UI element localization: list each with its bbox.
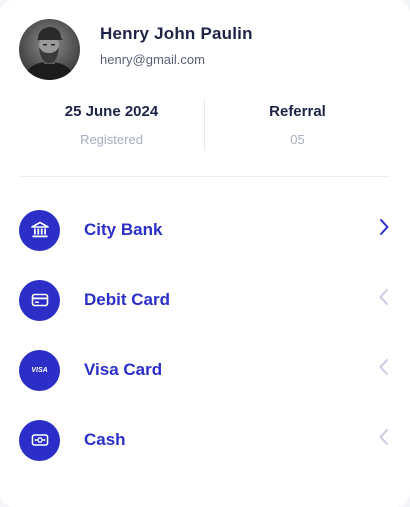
chevron-right-icon[interactable] [377, 217, 391, 237]
method-city-bank[interactable]: City Bank [19, 209, 391, 251]
stats-row: 25 June 2024 Registered Referral 05 [19, 100, 390, 150]
method-label: City Bank [84, 220, 163, 239]
avatar[interactable] [19, 19, 80, 80]
divider [19, 176, 390, 177]
bank-icon [19, 209, 60, 251]
stat-label: 05 [290, 132, 305, 147]
visa-icon: VISA [19, 349, 60, 391]
profile-text: Henry John Paulin henry@gmail.com [100, 23, 253, 68]
card-icon [19, 279, 60, 321]
method-label: Debit Card [84, 290, 170, 309]
visa-icon-text: VISA [31, 366, 48, 374]
method-cash[interactable]: Cash [19, 419, 391, 461]
profile-header: Henry John Paulin henry@gmail.com [19, 19, 253, 80]
cash-icon [19, 419, 60, 461]
stat-value: Referral [269, 103, 326, 120]
stat-registered: 25 June 2024 Registered [19, 100, 204, 150]
user-name: Henry John Paulin [100, 24, 253, 43]
chevron-left-icon[interactable] [377, 287, 391, 307]
chevron-left-icon[interactable] [377, 427, 391, 447]
chevron-left-icon[interactable] [377, 357, 391, 377]
payment-card: Henry John Paulin henry@gmail.com 25 Jun… [0, 0, 410, 507]
user-email: henry@gmail.com [100, 52, 205, 67]
method-label: Visa Card [84, 360, 163, 379]
method-debit-card[interactable]: Debit Card [19, 279, 391, 321]
method-visa-card[interactable]: VISA Visa Card [19, 349, 391, 391]
stat-label: Registered [80, 132, 143, 147]
stat-referral: Referral 05 [205, 100, 390, 150]
method-label: Cash [84, 430, 126, 449]
stat-value: 25 June 2024 [64, 103, 159, 120]
payment-methods-list: City Bank Debit Card VISA Visa Card Cash [19, 209, 391, 490]
